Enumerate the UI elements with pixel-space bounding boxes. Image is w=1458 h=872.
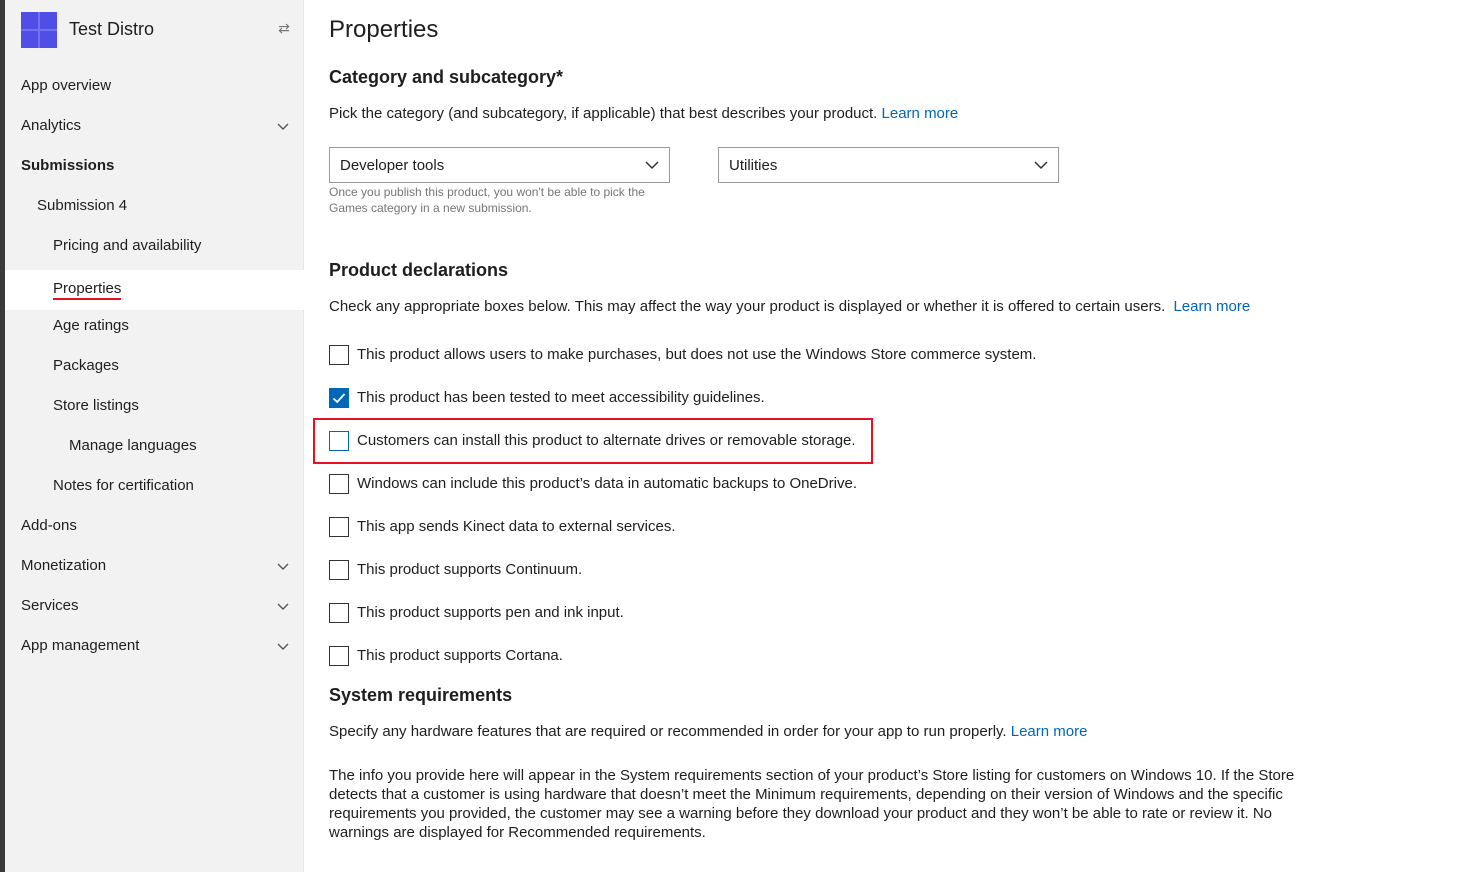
declaration-checkbox[interactable]	[329, 517, 349, 537]
sidebar-item-submission-4[interactable]: Submission 4	[5, 187, 304, 227]
system-requirements-heading: System requirements	[329, 685, 513, 705]
page-title: Properties	[329, 16, 439, 43]
sidebar-item-add-ons[interactable]: Add-ons	[5, 507, 304, 547]
sidebar-item-label: Add-ons	[21, 517, 77, 534]
highlight-box	[313, 418, 873, 464]
app-name[interactable]: Test Distro	[69, 19, 154, 40]
sidebar-item-services[interactable]: Services	[5, 587, 304, 627]
declaration-checkbox[interactable]	[329, 646, 349, 666]
sidebar-item-monetization[interactable]: Monetization	[5, 547, 304, 587]
declarations-learn-more-link[interactable]: Learn more	[1173, 298, 1250, 315]
category-hint: Once you publish this product, you won't…	[329, 185, 645, 215]
sidebar-item-label: Notes for certification	[53, 477, 194, 494]
sidebar: Test Distro ⇄ App overview Analytics Sub…	[5, 0, 304, 872]
chevron-down-icon[interactable]	[276, 599, 290, 613]
declaration-checkbox[interactable]	[329, 388, 349, 408]
declarations-description-text: Check any appropriate boxes below. This …	[329, 298, 1166, 315]
sidebar-item-analytics[interactable]: Analytics	[5, 107, 304, 147]
sidebar-item-label: App overview	[21, 77, 112, 94]
declaration-label: This product has been tested to meet acc…	[357, 389, 765, 406]
system-requirements-description: Specify any hardware features that are r…	[329, 723, 1087, 740]
app-logo-icon	[21, 12, 57, 48]
declaration-label: Windows can include this product’s data …	[357, 475, 857, 492]
sidebar-item-properties[interactable]: Properties	[5, 270, 304, 310]
sidebar-item-label: Manage languages	[69, 437, 197, 454]
chevron-down-icon	[1034, 161, 1048, 170]
category-select[interactable]: Developer tools	[329, 147, 670, 183]
system-requirements-description-text: Specify any hardware features that are r…	[329, 723, 1007, 740]
chevron-down-icon	[645, 161, 659, 170]
declaration-checkbox[interactable]	[329, 345, 349, 365]
sidebar-item-label: Store listings	[53, 397, 139, 414]
sidebar-item-label: Age ratings	[53, 317, 129, 334]
category-learn-more-link[interactable]: Learn more	[882, 105, 959, 122]
declaration-checkbox[interactable]	[329, 603, 349, 623]
declarations-description: Check any appropriate boxes below. This …	[329, 298, 1250, 315]
declarations-heading: Product declarations	[329, 260, 509, 280]
sidebar-item-submissions[interactable]: Submissions	[5, 147, 304, 187]
subcategory-select[interactable]: Utilities	[718, 147, 1059, 183]
chevron-down-icon[interactable]	[276, 639, 290, 653]
category-select-value: Developer tools	[340, 157, 445, 174]
sidebar-item-label: Properties	[53, 280, 122, 300]
sidebar-item-label: Submission 4	[37, 197, 128, 214]
collapse-nav-icon[interactable]: ⇄	[276, 20, 292, 37]
declaration-checkbox[interactable]	[329, 560, 349, 580]
sidebar-item-age-ratings[interactable]: Age ratings	[5, 307, 304, 347]
sidebar-item-app-management[interactable]: App management	[5, 627, 304, 667]
sidebar-header: Test Distro ⇄	[5, 0, 304, 62]
sidebar-item-label: Packages	[53, 357, 119, 374]
sidebar-item-label: Monetization	[21, 557, 107, 574]
category-heading: Category and subcategory*	[329, 67, 564, 87]
sidebar-item-label: Submissions	[21, 157, 115, 174]
sidebar-item-app-overview[interactable]: App overview	[5, 67, 304, 107]
sidebar-item-pricing-and-availability[interactable]: Pricing and availability	[5, 227, 304, 267]
sidebar-item-label: App management	[21, 637, 140, 654]
declaration-label: This product allows users to make purcha…	[357, 346, 1037, 363]
subcategory-select-value: Utilities	[729, 157, 778, 174]
chevron-down-icon[interactable]	[276, 119, 290, 133]
declaration-label: This product supports pen and ink input.	[357, 604, 624, 621]
sidebar-item-notes-for-certification[interactable]: Notes for certification	[5, 467, 304, 507]
chevron-down-icon[interactable]	[276, 559, 290, 573]
sidebar-item-label: Analytics	[21, 117, 82, 134]
sidebar-item-label: Services	[21, 597, 79, 614]
sidebar-item-packages[interactable]: Packages	[5, 347, 304, 387]
category-description: Pick the category (and subcategory, if a…	[329, 105, 958, 122]
system-requirements-info: The info you provide here will appear in…	[329, 767, 1295, 841]
sidebar-item-store-listings[interactable]: Store listings	[5, 387, 304, 427]
category-description-text: Pick the category (and subcategory, if a…	[329, 105, 878, 122]
main-content: Properties Category and subcategory* Pic…	[313, 0, 1439, 872]
declaration-checkbox[interactable]	[329, 474, 349, 494]
sidebar-item-manage-languages[interactable]: Manage languages	[5, 427, 304, 467]
system-requirements-learn-more-link[interactable]: Learn more	[1011, 723, 1088, 740]
declaration-label: This product supports Cortana.	[357, 647, 563, 664]
sidebar-item-label: Pricing and availability	[53, 237, 202, 254]
checkmark-icon	[332, 393, 346, 404]
declaration-label: This product supports Continuum.	[357, 561, 583, 578]
declaration-label: This app sends Kinect data to external s…	[357, 518, 676, 535]
